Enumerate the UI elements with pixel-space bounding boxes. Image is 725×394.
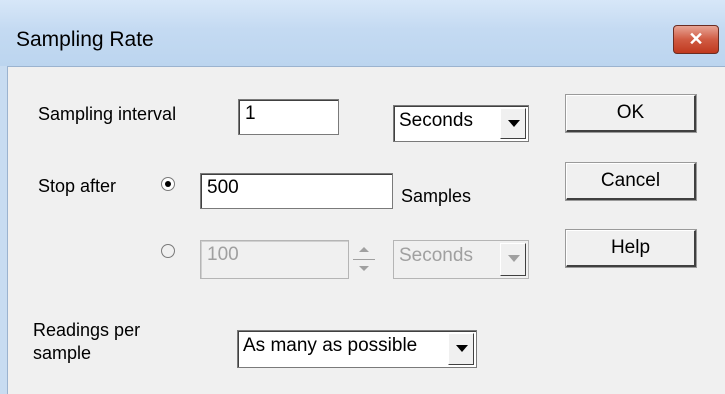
samples-count-input[interactable]: 500 — [200, 173, 393, 209]
time-value-spinner[interactable] — [349, 240, 379, 279]
chevron-down-icon[interactable] — [500, 243, 526, 276]
close-icon: ✕ — [688, 29, 704, 49]
close-button[interactable]: ✕ — [673, 25, 719, 54]
help-button[interactable]: Help — [565, 229, 697, 268]
chevron-down-icon[interactable] — [500, 108, 526, 139]
window-frame-left — [0, 66, 8, 394]
readings-per-sample-value: As many as possible — [243, 335, 418, 356]
readings-per-sample-label-line2: sample — [33, 343, 92, 363]
window-title: Sampling Rate — [16, 28, 154, 51]
time-unit-value: Seconds — [399, 245, 473, 266]
sampling-rate-dialog: Sampling Rate ✕ Sampling interval 1 Seco… — [0, 0, 725, 394]
stop-after-time-radio[interactable] — [161, 244, 175, 258]
interval-unit-select[interactable]: Seconds — [393, 105, 529, 142]
cancel-button[interactable]: Cancel — [565, 162, 697, 201]
samples-unit-label: Samples — [401, 186, 472, 206]
time-unit-select[interactable]: Seconds — [393, 240, 529, 279]
title-bar[interactable]: Sampling Rate ✕ — [0, 0, 725, 67]
chevron-down-icon[interactable] — [448, 333, 474, 365]
stop-after-samples-radio[interactable] — [161, 177, 175, 191]
readings-per-sample-label-line1: Readings per — [33, 320, 141, 340]
readings-per-sample-select[interactable]: As many as possible — [237, 330, 477, 368]
ok-button[interactable]: OK — [565, 94, 697, 133]
spin-down-icon[interactable] — [349, 260, 379, 279]
sampling-interval-input[interactable]: 1 — [238, 99, 339, 135]
stop-after-label: Stop after — [38, 176, 117, 196]
spin-up-icon[interactable] — [349, 240, 379, 259]
interval-unit-value: Seconds — [399, 110, 473, 131]
sampling-interval-label: Sampling interval — [38, 104, 177, 124]
time-value-input[interactable]: 100 — [200, 240, 349, 279]
